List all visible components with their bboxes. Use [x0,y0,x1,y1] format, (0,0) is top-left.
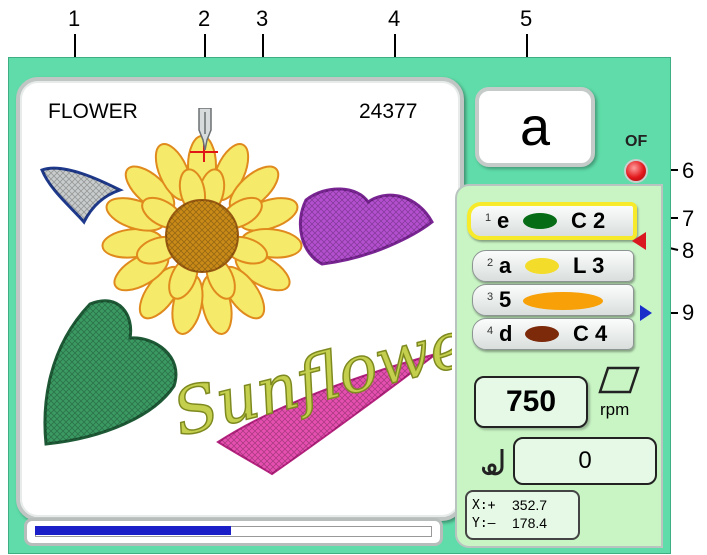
needle-letter: e [497,208,510,233]
needle-code: C 4 [573,321,608,346]
needle-number: 2 [487,257,494,269]
needle-button-1[interactable]: 1 e C 2 [467,202,637,240]
design-name: FLOWER [48,100,138,123]
coordinate-display: X:+ 352.7 Y:– 178.4 [465,490,580,540]
needle-code: L 3 [573,253,605,278]
needle-button-2[interactable]: 2 a L 3 [472,250,634,282]
y-value: 178.4 [512,515,548,531]
of-label: OF [625,133,648,150]
needle-number: 4 [487,325,494,337]
current-needle-marker-icon [632,232,646,250]
needle-icon [198,108,212,150]
y-label: Y:– [472,516,496,531]
speed-display[interactable]: 750 [474,376,588,428]
progress-fill [35,526,231,535]
current-character: a [519,97,551,157]
of-lamp-icon[interactable] [624,159,648,183]
needle-letter: 5 [499,287,512,312]
embroidery-design: Sunflower [40,135,452,476]
x-label: X:+ [472,498,496,513]
needle-letter: a [499,253,512,278]
progress-bar [24,518,443,546]
needle-letter: d [499,321,513,346]
thread-counter-value: 0 [578,447,592,474]
needle-color-swatch [525,326,559,342]
needle-button-3[interactable]: 3 5 [472,284,634,316]
needle-button-4[interactable]: 4 d C 4 [472,318,634,350]
needle-color-swatch [523,292,603,310]
needle-number: 3 [487,291,494,303]
stitch-count: 24377 [359,100,418,123]
frame-icon [598,366,640,394]
needle-number: 1 [485,212,492,224]
x-value: 352.7 [512,497,548,513]
current-character-display: a [475,87,595,167]
thread-icon [482,449,504,476]
needle-color-swatch [525,258,559,274]
thread-counter[interactable]: 0 [513,437,657,485]
next-needle-marker-icon [640,305,652,321]
needle-color-swatch [523,213,557,229]
speed-unit: rpm [600,400,630,419]
needle-code: C 2 [571,208,606,233]
speed-value: 750 [505,385,557,418]
